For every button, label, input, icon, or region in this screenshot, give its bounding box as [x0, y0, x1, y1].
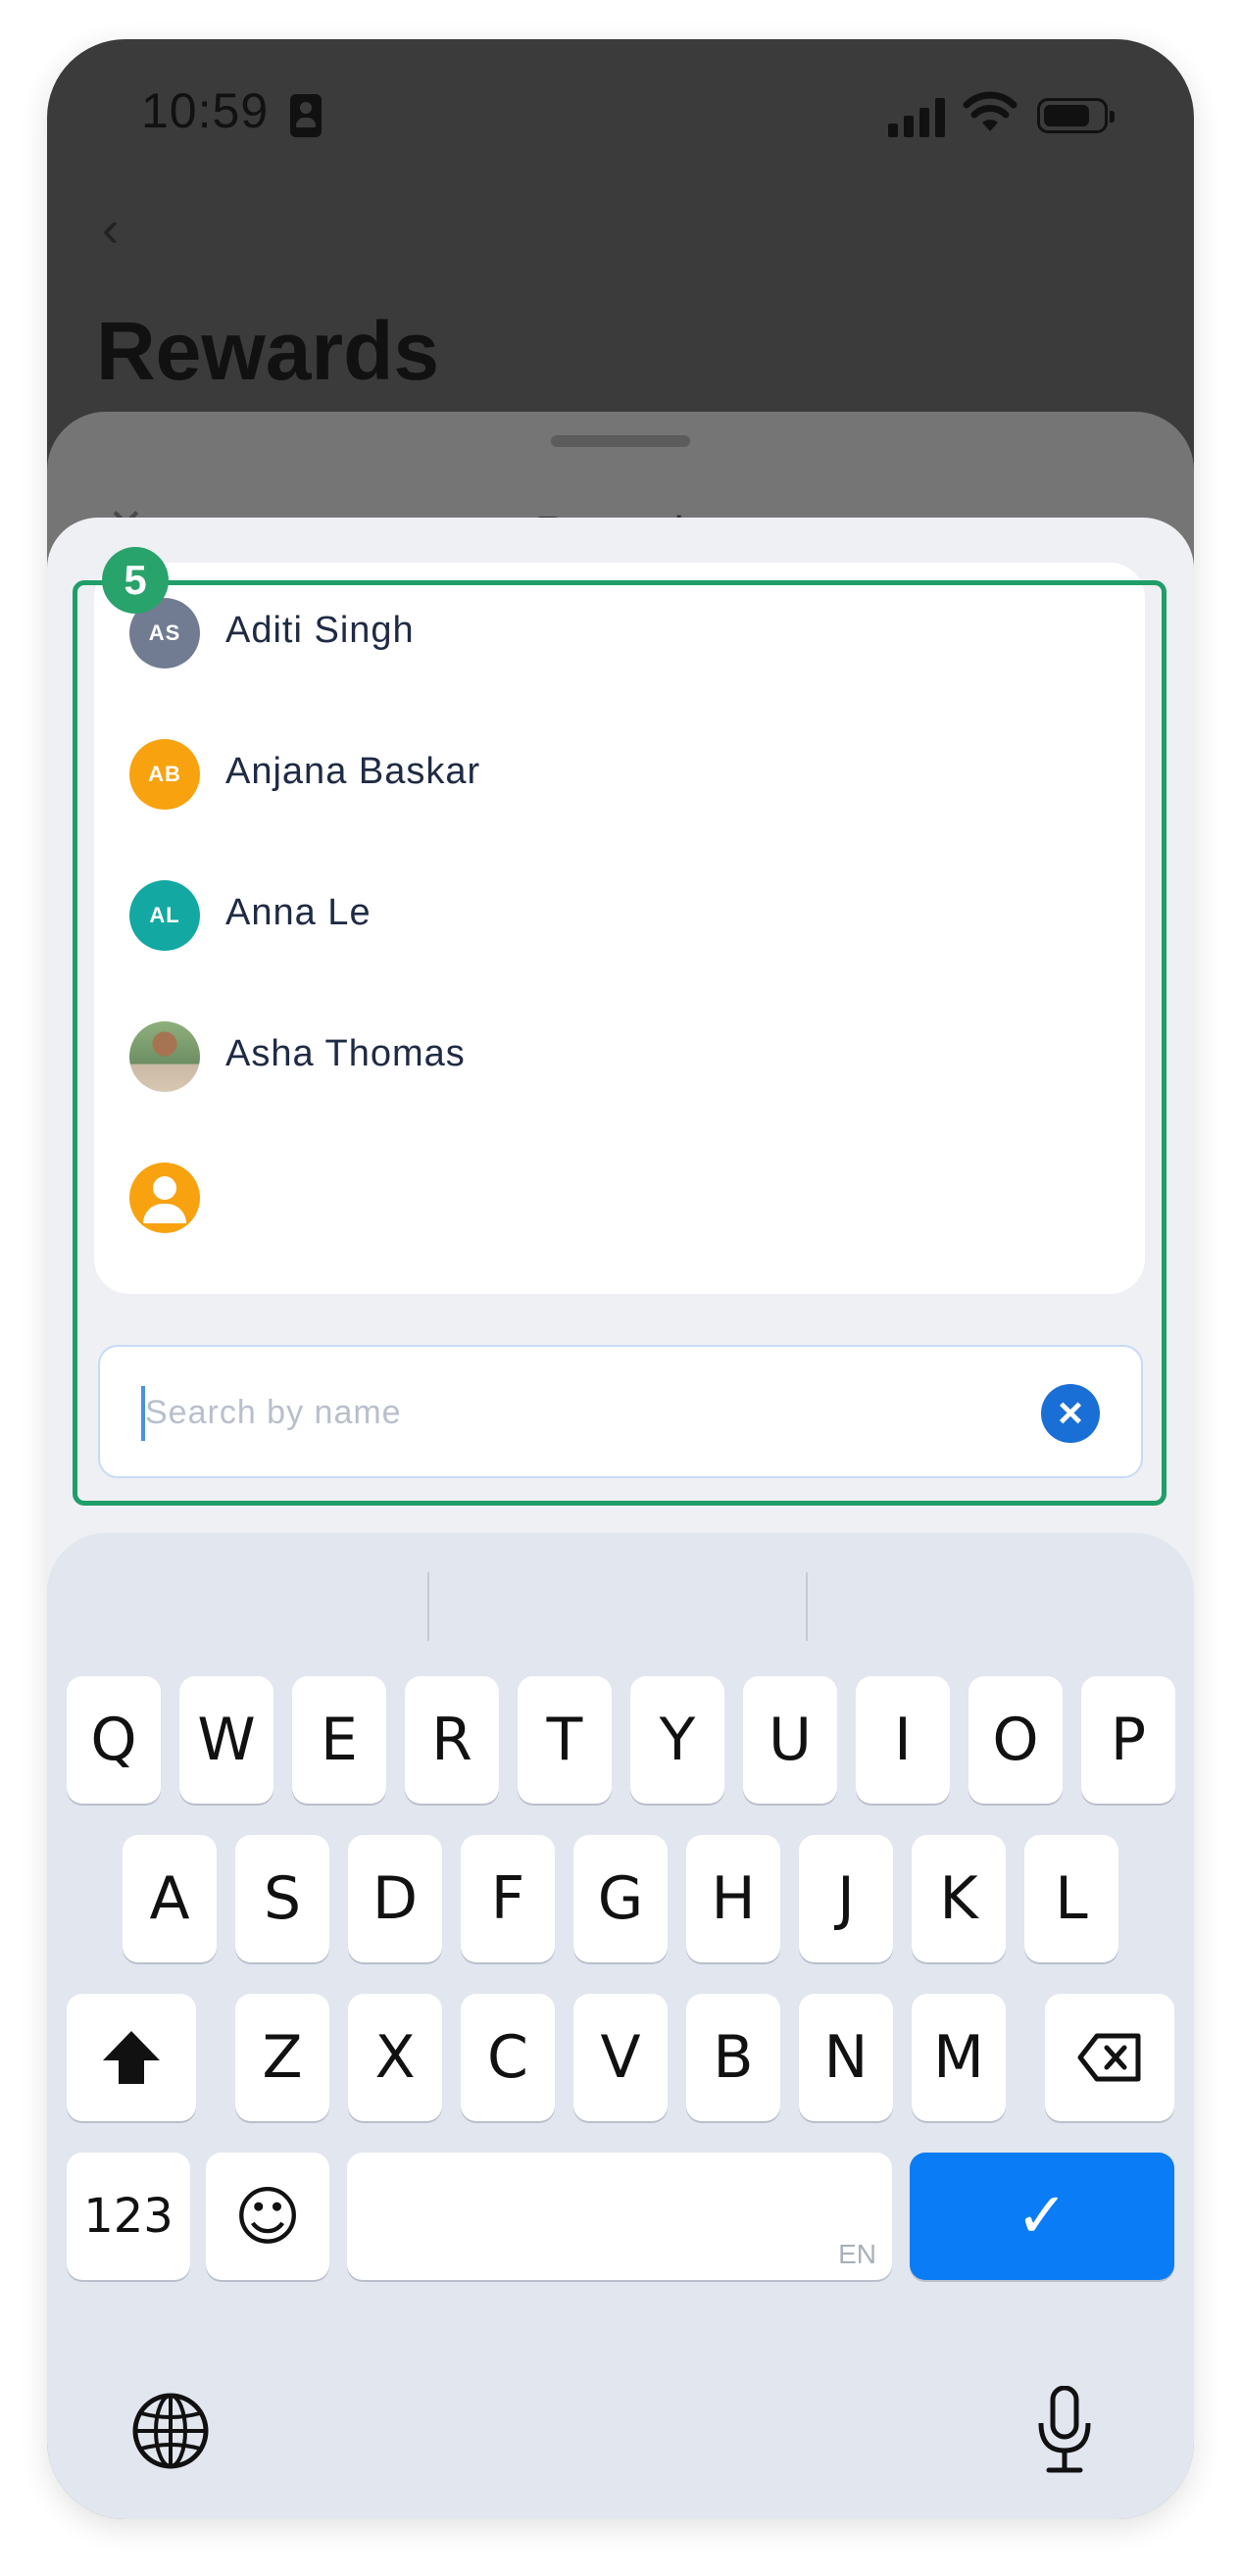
key-n[interactable]: N [799, 1994, 893, 2121]
globe-icon[interactable] [131, 2392, 210, 2470]
key-u[interactable]: U [743, 1676, 837, 1804]
key-i[interactable]: I [856, 1676, 950, 1804]
numbers-key[interactable]: 123 [67, 2153, 190, 2280]
key-y[interactable]: Y [630, 1676, 724, 1804]
key-e[interactable]: E [292, 1676, 386, 1804]
suggestion-divider [427, 1572, 429, 1641]
status-bar: 10:59 [47, 39, 1194, 196]
done-button[interactable]: ✓ [910, 2153, 1174, 2280]
id-card-icon [290, 94, 322, 137]
page-title: Rewards [96, 305, 440, 397]
key-b[interactable]: B [686, 1994, 780, 2121]
microphone-icon[interactable] [1035, 2386, 1094, 2474]
status-time: 10:59 [141, 83, 270, 138]
language-label: EN [838, 2239, 876, 2269]
key-c[interactable]: C [461, 1994, 555, 2121]
cellular-signal-icon [888, 96, 947, 137]
key-s[interactable]: S [235, 1835, 329, 1962]
key-f[interactable]: F [461, 1835, 555, 1962]
shift-icon[interactable] [67, 1994, 196, 2121]
wifi-icon [963, 91, 1018, 131]
backspace-icon[interactable] [1045, 1994, 1174, 2121]
sheet-grabber[interactable] [551, 435, 690, 447]
key-j[interactable]: J [799, 1835, 893, 1962]
key-l[interactable]: L [1024, 1835, 1118, 1962]
back-button[interactable]: ‹ [102, 200, 119, 259]
key-h[interactable]: H [686, 1835, 780, 1962]
key-a[interactable]: A [123, 1835, 217, 1962]
key-k[interactable]: K [912, 1835, 1006, 1962]
key-t[interactable]: T [518, 1676, 612, 1804]
suggestion-divider [806, 1572, 808, 1641]
key-v[interactable]: V [573, 1994, 668, 2121]
key-m[interactable]: M [912, 1994, 1006, 2121]
key-z[interactable]: Z [235, 1994, 329, 2121]
step-highlight-outline [73, 580, 1167, 1506]
key-o[interactable]: O [968, 1676, 1063, 1804]
key-q[interactable]: Q [67, 1676, 161, 1804]
key-p[interactable]: P [1081, 1676, 1175, 1804]
key-r[interactable]: R [405, 1676, 499, 1804]
emoji-icon[interactable]: ☺ [206, 2153, 329, 2280]
key-w[interactable]: W [179, 1676, 273, 1804]
key-x[interactable]: X [348, 1994, 442, 2121]
key-d[interactable]: D [348, 1835, 442, 1962]
key-g[interactable]: G [573, 1835, 668, 1962]
step-number-badge: 5 [102, 547, 169, 614]
keyboard: Q W E R T Y U I O P A S D F G H J K L Z … [47, 1533, 1194, 2519]
battery-icon [1037, 98, 1115, 133]
space-bar[interactable]: EN [347, 2153, 892, 2280]
